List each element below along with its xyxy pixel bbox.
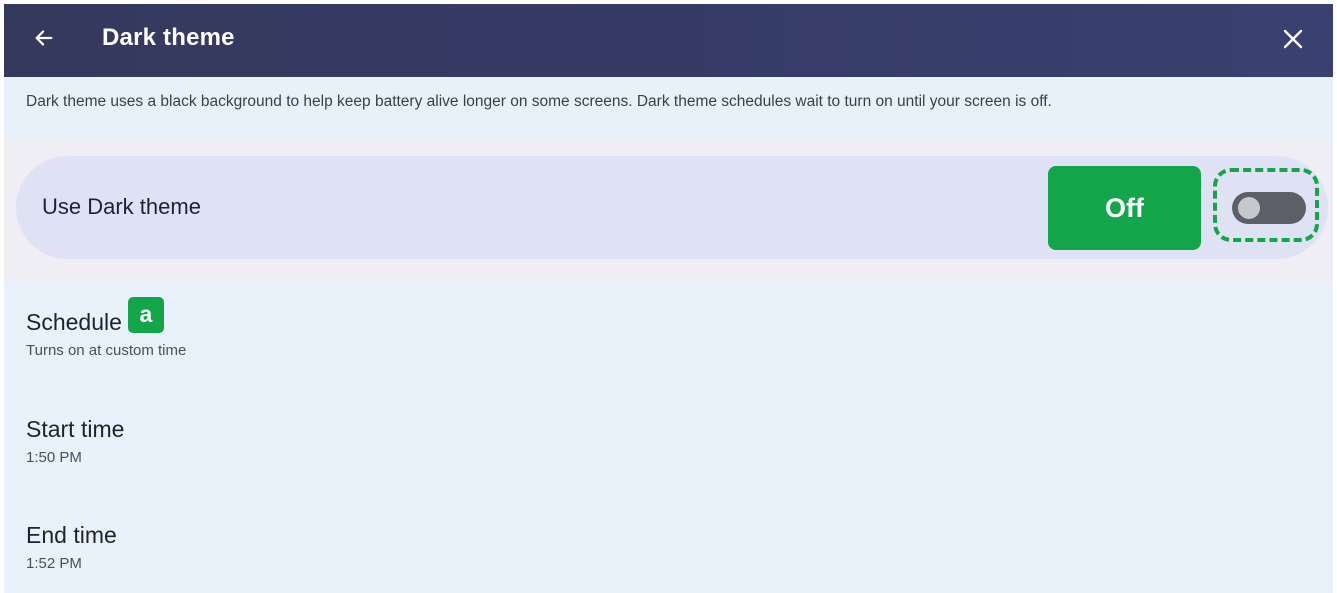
description-text: Dark theme uses a black background to he…: [26, 93, 1052, 110]
page-title: Dark theme: [102, 24, 235, 51]
close-icon: [1283, 29, 1303, 49]
end-time-item[interactable]: End time 1:52 PM: [26, 522, 117, 572]
toggle-state-badge: Off: [1048, 166, 1201, 250]
close-button[interactable]: [1273, 19, 1313, 59]
back-button[interactable]: [26, 20, 62, 56]
description-panel: Dark theme uses a black background to he…: [4, 77, 1333, 137]
title-bar: Dark theme: [4, 4, 1333, 77]
use-dark-theme-label: Use Dark theme: [42, 194, 201, 219]
dark-theme-switch[interactable]: [1232, 192, 1306, 224]
arrow-left-icon: [35, 30, 53, 46]
schedule-subtitle: Turns on at custom time: [26, 342, 187, 359]
end-time-title: End time: [26, 522, 117, 548]
switch-thumb: [1238, 197, 1260, 219]
settings-screen: Dark theme Dark theme uses a black backg…: [4, 4, 1333, 593]
annotation-badge: a: [127, 297, 164, 333]
schedule-title: Schedule: [26, 309, 122, 335]
start-time-title: Start time: [26, 416, 125, 442]
start-time-value: 1:50 PM: [26, 449, 82, 466]
start-time-item[interactable]: Start time 1:50 PM: [26, 416, 124, 466]
end-time-value: 1:52 PM: [26, 555, 82, 572]
use-dark-theme-row[interactable]: Use Dark theme Off: [16, 156, 1328, 259]
schedule-item[interactable]: Schedule a Turns on at custom time: [26, 297, 187, 359]
